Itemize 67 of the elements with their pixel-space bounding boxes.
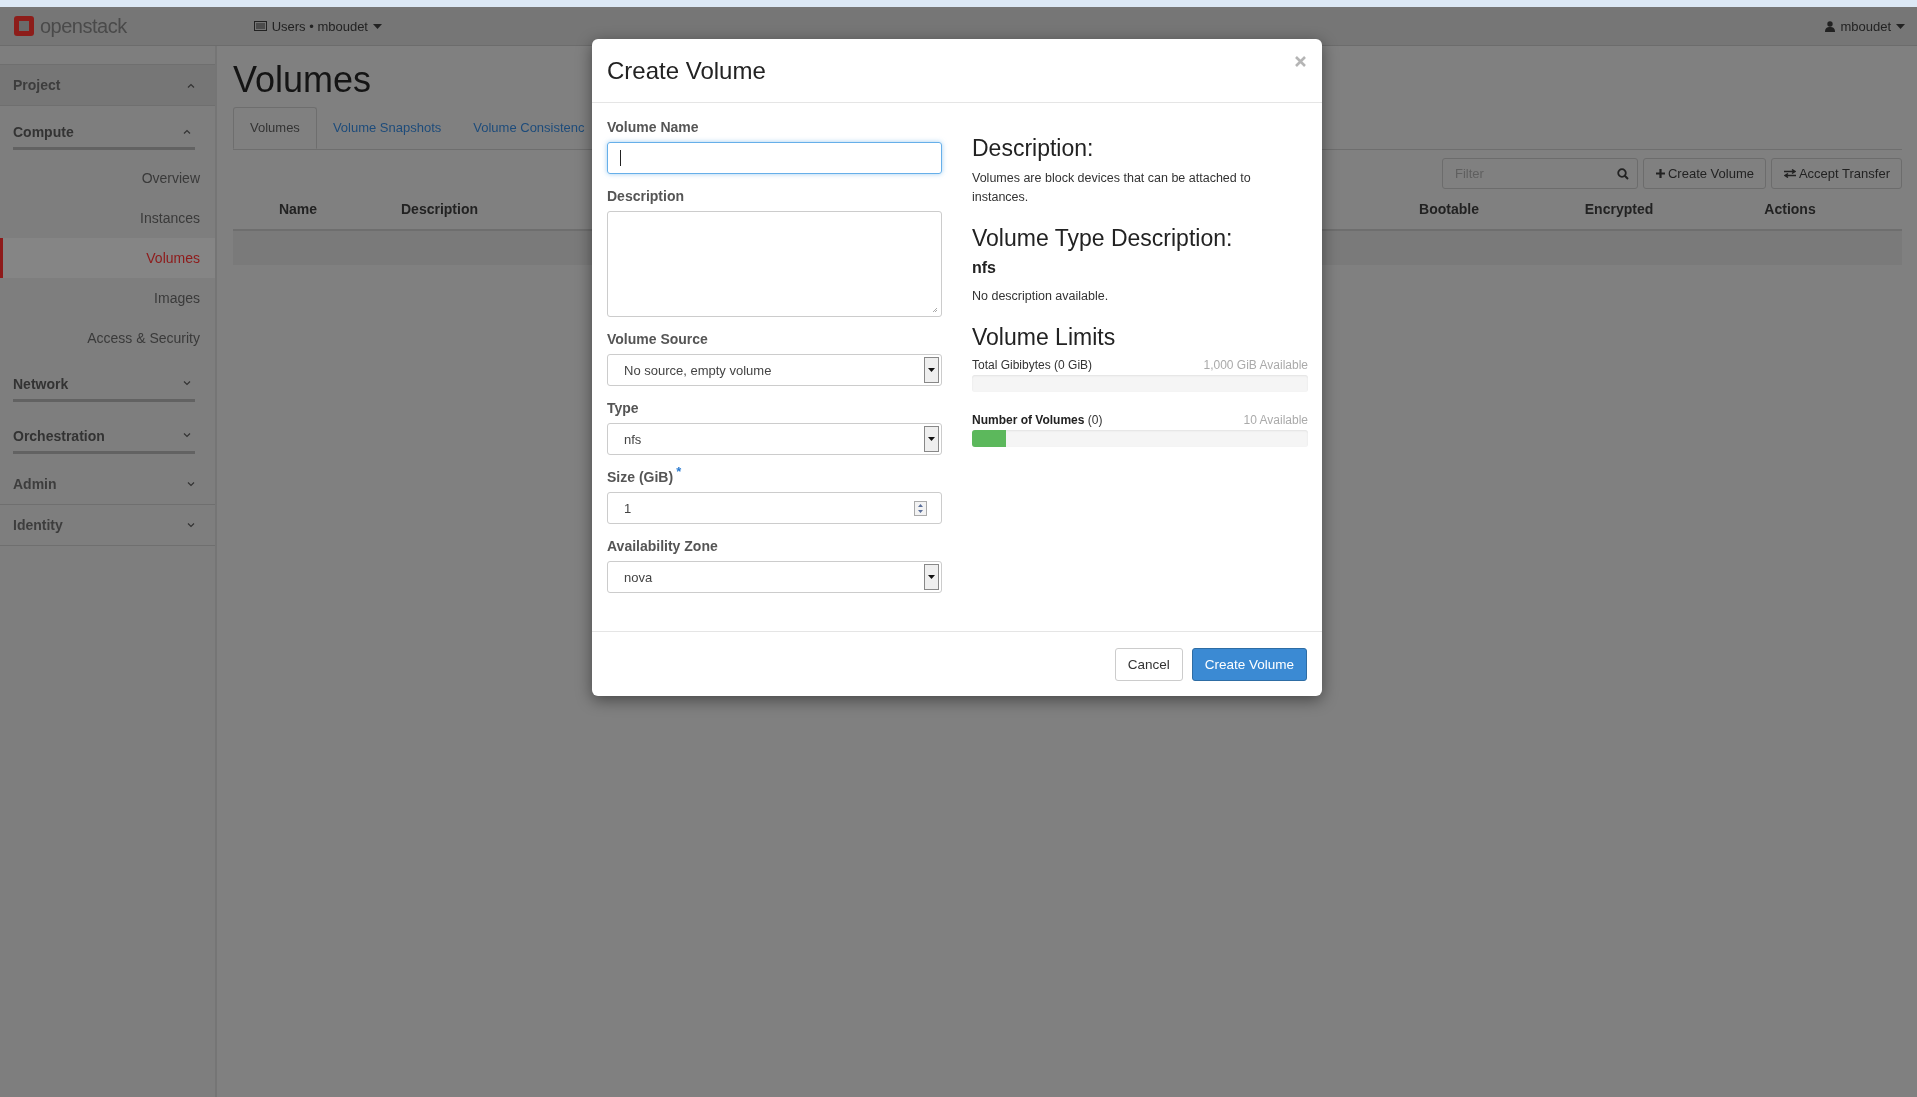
sidebar-section[interactable]: Project xyxy=(0,64,215,106)
quota-label: Total Gibibytes (0 GiB) xyxy=(972,358,1093,372)
quota-available: 1,000 GiB Available xyxy=(1203,358,1308,372)
cancel-button[interactable]: Cancel xyxy=(1114,647,1183,681)
chevron-down-icon xyxy=(187,481,195,487)
swap-arrows-icon xyxy=(1783,169,1796,178)
section-heading: Description: xyxy=(972,135,1095,161)
number-field[interactable]: 1 xyxy=(607,492,942,524)
select-field[interactable]: nfs xyxy=(607,423,942,455)
table-icon xyxy=(253,21,267,31)
page-title: Volumes xyxy=(233,60,372,100)
user-icon xyxy=(1825,20,1836,32)
sidebar-group[interactable]: Orchestration xyxy=(13,416,195,454)
field-label: Type xyxy=(607,400,639,417)
section-heading: Volume Type Description: xyxy=(972,225,1234,251)
column-header: Name xyxy=(277,201,319,217)
create-volume-button[interactable]: Create Volume xyxy=(1191,647,1307,681)
sidebar-section[interactable]: Identity xyxy=(0,505,215,546)
project-menu[interactable]: Users • mboudet xyxy=(253,18,382,34)
required-mark: * xyxy=(676,464,682,481)
chevron-up-icon xyxy=(187,82,195,88)
volume-type-name: nfs xyxy=(972,259,997,277)
caret-icon xyxy=(1896,23,1905,29)
select-field[interactable]: nova xyxy=(607,561,942,593)
sidebar-item[interactable]: Access & Security xyxy=(0,318,215,358)
text-field[interactable] xyxy=(607,142,942,174)
select-field[interactable]: No source, empty volume xyxy=(607,354,942,386)
sidebar-item[interactable]: Volumes xyxy=(0,238,215,278)
chevron-up-icon xyxy=(183,129,191,134)
close-button[interactable] xyxy=(1295,56,1306,67)
tab[interactable]: Volume Snapshots xyxy=(316,107,458,149)
chevron-down-icon xyxy=(187,522,195,528)
chevron-down-icon xyxy=(183,433,191,438)
logo-icon xyxy=(13,15,35,37)
search-icon xyxy=(1616,168,1629,180)
sidebar-group[interactable]: Network xyxy=(13,364,195,402)
user-menu[interactable]: mboudet xyxy=(1825,18,1905,34)
close-icon xyxy=(1295,56,1306,67)
sidebar-item[interactable]: Overview xyxy=(0,158,215,198)
dialog-title: Create Volume xyxy=(607,56,766,85)
resize-grip-icon xyxy=(932,307,938,313)
accept-transfer-button[interactable]: Accept Transfer xyxy=(1770,158,1902,189)
sidebar-item[interactable]: Instances xyxy=(0,198,215,238)
field-label: Availability Zone xyxy=(607,538,718,555)
chevron-down-icon xyxy=(183,381,191,386)
field-label: Volume Name xyxy=(607,119,699,136)
quota-available: 10 Available xyxy=(1243,413,1308,427)
quota-label: Number of Volumes (0) xyxy=(972,413,1103,427)
field-label: Volume Source xyxy=(607,331,708,348)
plus-icon xyxy=(1655,169,1665,178)
field-label: Description xyxy=(607,188,684,205)
sidebar-item[interactable]: Images xyxy=(0,278,215,318)
description-text: Volumes are block devices that can be attached to instances. xyxy=(972,170,1252,206)
column-header: Bootable xyxy=(1418,201,1480,217)
column-header: Encrypted xyxy=(1583,201,1655,217)
spinner-icon xyxy=(914,500,927,516)
column-header: Description xyxy=(400,201,479,217)
caret-icon xyxy=(373,23,382,29)
sidebar-section[interactable]: Admin xyxy=(0,464,215,505)
sidebar-group[interactable]: Compute xyxy=(13,112,195,150)
column-header: Actions xyxy=(1763,201,1817,217)
type-description-text: No description available. xyxy=(972,288,1110,305)
field-label: Size (GiB) xyxy=(607,469,674,486)
create-volume-button[interactable]: Create Volume xyxy=(1642,158,1766,189)
description-field[interactable] xyxy=(607,211,942,317)
tab[interactable]: Volumes xyxy=(233,107,317,149)
section-heading: Volume Limits xyxy=(972,324,1117,350)
